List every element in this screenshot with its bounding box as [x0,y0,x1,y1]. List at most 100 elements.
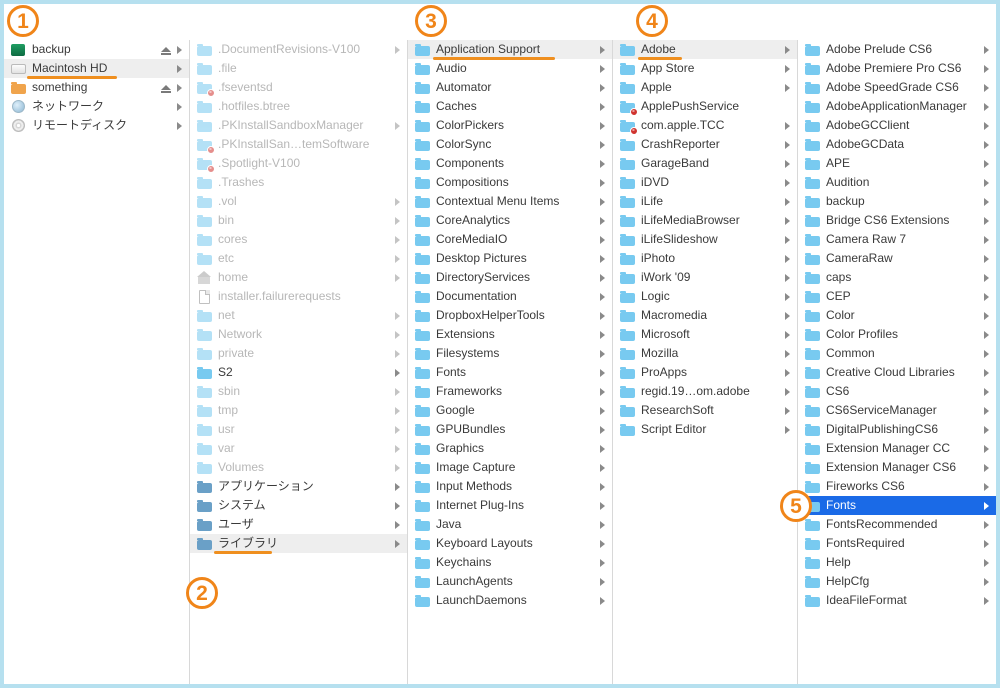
list-item[interactable]: Creative Cloud Libraries [798,363,996,382]
list-item[interactable]: ライブラリ [190,534,407,553]
list-item[interactable]: Network [190,325,407,344]
list-item[interactable]: ApplePushService [613,97,797,116]
list-item[interactable]: Extension Manager CC [798,439,996,458]
list-item[interactable]: App Store [613,59,797,78]
list-item[interactable]: Keychains [408,553,612,572]
list-item[interactable]: .hotfiles.btree [190,97,407,116]
list-item[interactable]: iLifeSlideshow [613,230,797,249]
list-item[interactable]: .PKInstallSan…temSoftware [190,135,407,154]
list-item[interactable]: CoreMediaIO [408,230,612,249]
eject-icon[interactable] [161,47,171,52]
list-item[interactable]: Automator [408,78,612,97]
list-item[interactable]: CS6 [798,382,996,401]
list-item[interactable]: iDVD [613,173,797,192]
list-item[interactable]: caps [798,268,996,287]
list-item[interactable]: Google [408,401,612,420]
list-item[interactable]: Adobe [613,40,797,59]
list-item[interactable]: ColorPickers [408,116,612,135]
list-item[interactable]: cores [190,230,407,249]
list-item[interactable]: Components [408,154,612,173]
list-item[interactable]: APE [798,154,996,173]
list-item[interactable]: Frameworks [408,382,612,401]
list-item[interactable]: ColorSync [408,135,612,154]
list-item[interactable]: installer.failurerequests [190,287,407,306]
list-item[interactable]: Audition [798,173,996,192]
list-item[interactable]: Mozilla [613,344,797,363]
list-item[interactable]: AdobeGCClient [798,116,996,135]
list-item[interactable]: LaunchDaemons [408,591,612,610]
list-item[interactable]: Fireworks CS6 [798,477,996,496]
list-item[interactable]: Extension Manager CS6 [798,458,996,477]
list-item[interactable]: Color [798,306,996,325]
list-item[interactable]: CrashReporter [613,135,797,154]
list-item[interactable]: Logic [613,287,797,306]
list-item[interactable]: CameraRaw [798,249,996,268]
list-item[interactable]: iWork '09 [613,268,797,287]
list-item[interactable]: Audio [408,59,612,78]
list-item[interactable]: bin [190,211,407,230]
list-item[interactable]: Filesystems [408,344,612,363]
list-item[interactable]: リモートディスク [4,116,189,135]
list-item[interactable]: .PKInstallSandboxManager [190,116,407,135]
list-item[interactable]: .Spotlight-V100 [190,154,407,173]
list-item[interactable]: backup [798,192,996,211]
list-item[interactable]: Graphics [408,439,612,458]
list-item[interactable]: Script Editor [613,420,797,439]
list-item[interactable]: ユーザ [190,515,407,534]
eject-icon[interactable] [161,85,171,90]
list-item[interactable]: usr [190,420,407,439]
list-item[interactable]: .DocumentRevisions-V100 [190,40,407,59]
list-item[interactable]: Internet Plug-Ins [408,496,612,515]
list-item[interactable]: ResearchSoft [613,401,797,420]
list-item[interactable]: Common [798,344,996,363]
list-item[interactable]: iLife [613,192,797,211]
list-item[interactable]: FontsRecommended [798,515,996,534]
list-item[interactable]: regid.19…om.adobe [613,382,797,401]
list-item[interactable]: home [190,268,407,287]
list-item[interactable]: ネットワーク [4,97,189,116]
list-item[interactable]: .file [190,59,407,78]
list-item[interactable]: GPUBundles [408,420,612,439]
list-item[interactable]: private [190,344,407,363]
list-item[interactable]: backup [4,40,189,59]
list-item[interactable]: Adobe Prelude CS6 [798,40,996,59]
list-item[interactable]: Compositions [408,173,612,192]
list-item[interactable]: Contextual Menu Items [408,192,612,211]
list-item[interactable]: com.apple.TCC [613,116,797,135]
list-item[interactable]: Image Capture [408,458,612,477]
list-item[interactable]: システム [190,496,407,515]
list-item[interactable]: tmp [190,401,407,420]
list-item[interactable]: FontsRequired [798,534,996,553]
list-item[interactable]: .fseventsd [190,78,407,97]
list-item[interactable]: Keyboard Layouts [408,534,612,553]
list-item[interactable]: net [190,306,407,325]
list-item[interactable]: DirectoryServices [408,268,612,287]
list-item[interactable]: AdobeGCData [798,135,996,154]
list-item[interactable]: Caches [408,97,612,116]
list-item[interactable]: Camera Raw 7 [798,230,996,249]
list-item[interactable]: HelpCfg [798,572,996,591]
list-item[interactable]: ProApps [613,363,797,382]
list-item[interactable]: iPhoto [613,249,797,268]
list-item[interactable]: Apple [613,78,797,97]
list-item[interactable]: Fonts [798,496,996,515]
list-item[interactable]: sbin [190,382,407,401]
list-item[interactable]: Macromedia [613,306,797,325]
list-item[interactable]: Adobe Premiere Pro CS6 [798,59,996,78]
list-item[interactable]: Volumes [190,458,407,477]
list-item[interactable]: something [4,78,189,97]
list-item[interactable]: CEP [798,287,996,306]
list-item[interactable]: IdeaFileFormat [798,591,996,610]
list-item[interactable]: DropboxHelperTools [408,306,612,325]
list-item[interactable]: Bridge CS6 Extensions [798,211,996,230]
list-item[interactable]: Documentation [408,287,612,306]
list-item[interactable]: Extensions [408,325,612,344]
list-item[interactable]: Fonts [408,363,612,382]
list-item[interactable]: iLifeMediaBrowser [613,211,797,230]
list-item[interactable]: AdobeApplicationManager [798,97,996,116]
list-item[interactable]: CoreAnalytics [408,211,612,230]
list-item[interactable]: Java [408,515,612,534]
list-item[interactable]: var [190,439,407,458]
list-item[interactable]: Help [798,553,996,572]
list-item[interactable]: S2 [190,363,407,382]
